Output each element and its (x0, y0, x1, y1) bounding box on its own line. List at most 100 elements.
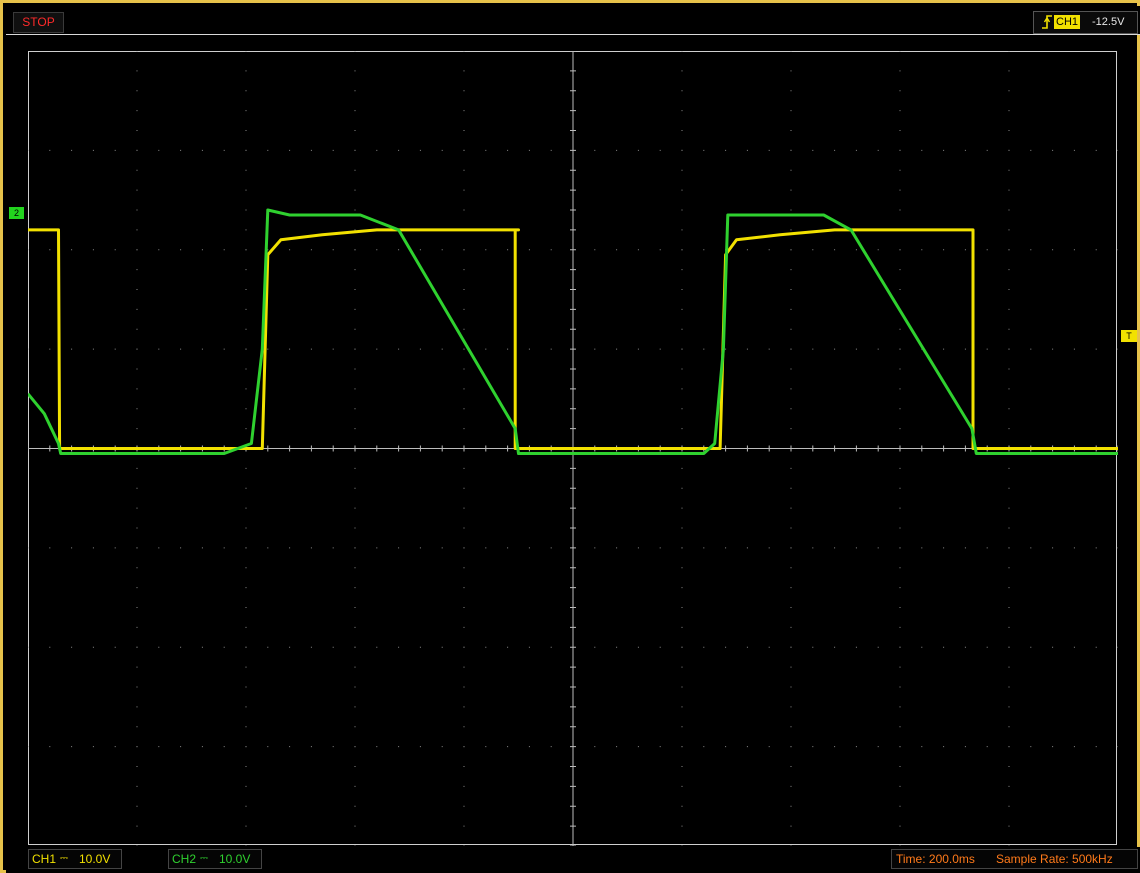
grid-dot (899, 587, 901, 589)
ch2-reference-marker[interactable]: 2 (9, 207, 24, 219)
bottom-status-bar: CH1 ⎓ 10.0V CH2 ⎓ 10.0V Time: 200.0ms Sa… (6, 847, 1140, 873)
grid-dot (703, 547, 705, 549)
grid-dot (1117, 746, 1118, 748)
grid-dot (441, 646, 443, 648)
grid-dot (1073, 746, 1075, 748)
grid-dot (463, 746, 465, 748)
grid-dot (419, 249, 421, 251)
grid-dot (659, 646, 661, 648)
grid-dot (790, 507, 792, 509)
grid-dot (180, 249, 182, 251)
grid-dot (463, 646, 465, 648)
grid-dot (899, 626, 901, 628)
grid-dot (245, 845, 247, 846)
grid-dot (637, 547, 639, 549)
grid-dot (659, 249, 661, 251)
ch2-status[interactable]: CH2 ⎓ 10.0V (168, 849, 262, 869)
grid-dot (136, 467, 138, 469)
grid-dot (354, 587, 356, 589)
run-stop-button[interactable]: STOP (13, 12, 64, 33)
grid-dot (899, 766, 901, 767)
grid-dot (616, 149, 618, 151)
grid-dot (332, 249, 334, 251)
grid-dot (899, 348, 901, 350)
grid-dot (354, 70, 356, 72)
grid-dot (463, 289, 465, 290)
grid-dot (1008, 169, 1010, 171)
grid-dot (354, 428, 356, 430)
grid-dot (790, 825, 792, 827)
grid-dot (245, 110, 247, 112)
grid-dot (463, 567, 465, 569)
grid-dot (245, 507, 247, 509)
trigger-position-marker[interactable]: T (1121, 330, 1137, 342)
trigger-status[interactable]: CH1 -12.5V (1033, 11, 1138, 34)
grid-dot (114, 348, 116, 350)
grid-dot (1095, 746, 1097, 748)
grid-dot (463, 487, 465, 489)
grid-dot (376, 547, 378, 549)
grid-dot (245, 51, 247, 52)
grid-dot (463, 348, 465, 350)
grid-dot (463, 328, 465, 330)
grid-dot (267, 746, 269, 748)
grid-dot (790, 805, 792, 807)
grid-dot (136, 249, 138, 251)
grid-dot (158, 746, 160, 748)
grid-dot (899, 149, 901, 151)
grid-dot (594, 746, 596, 748)
grid-dot (681, 368, 683, 370)
trigger-level: -12.5V (1092, 16, 1125, 28)
grid-dot (507, 547, 509, 549)
grid-dot (1008, 209, 1010, 211)
grid-dot (463, 825, 465, 827)
grid-dot (201, 149, 203, 151)
grid-dot (354, 845, 356, 846)
grid-dot (398, 348, 400, 350)
grid-dot (136, 169, 138, 171)
grid-dot (1008, 467, 1010, 469)
grid-dot (354, 467, 356, 469)
grid-dot (114, 547, 116, 549)
grid-dot (790, 289, 792, 290)
grid-dot (114, 646, 116, 648)
grid-dot (1008, 130, 1010, 131)
grid-dot (681, 825, 683, 827)
grid-dot (746, 348, 748, 350)
grid-dot (245, 388, 247, 390)
grid-dot (354, 130, 356, 131)
grid-dot (790, 467, 792, 469)
grid-dot (92, 348, 94, 350)
grid-dot (223, 149, 225, 151)
grid-dot (136, 706, 138, 708)
ch2-scale: 10.0V (219, 852, 251, 866)
ch1-status[interactable]: CH1 ⎓ 10.0V (28, 849, 122, 869)
grid-dot (681, 70, 683, 72)
grid-dot (332, 746, 334, 748)
waveform-display[interactable] (28, 51, 1118, 846)
grid-dot (790, 666, 792, 668)
grid-dot (1008, 567, 1010, 569)
grid-dot (354, 269, 356, 271)
grid-dot (877, 348, 879, 350)
grid-dot (681, 527, 683, 529)
grid-dot (245, 805, 247, 807)
grid-dot (550, 547, 552, 549)
grid-dot (136, 110, 138, 112)
grid-dot (681, 408, 683, 410)
grid-dot (1073, 348, 1075, 350)
grid-dot (1008, 845, 1010, 846)
grid-dot (354, 785, 356, 787)
grid-dot (681, 547, 683, 549)
grid-dot (790, 388, 792, 390)
grid-dot (463, 51, 465, 52)
timebase-status[interactable]: Time: 200.0ms Sample Rate: 500kHz (891, 849, 1138, 869)
grid-dot (1008, 348, 1010, 350)
oscilloscope-window: STOP CH1 -12.5V 2 T CH1 ⎓ 10.0V CH2 ⎓ 10… (0, 0, 1140, 873)
grid-dot (1008, 487, 1010, 489)
grid-dot (681, 845, 683, 846)
grid-dot (1008, 547, 1010, 549)
grid-dot (790, 567, 792, 569)
ch1-scale: 10.0V (79, 852, 111, 866)
grid-dot (354, 726, 356, 728)
